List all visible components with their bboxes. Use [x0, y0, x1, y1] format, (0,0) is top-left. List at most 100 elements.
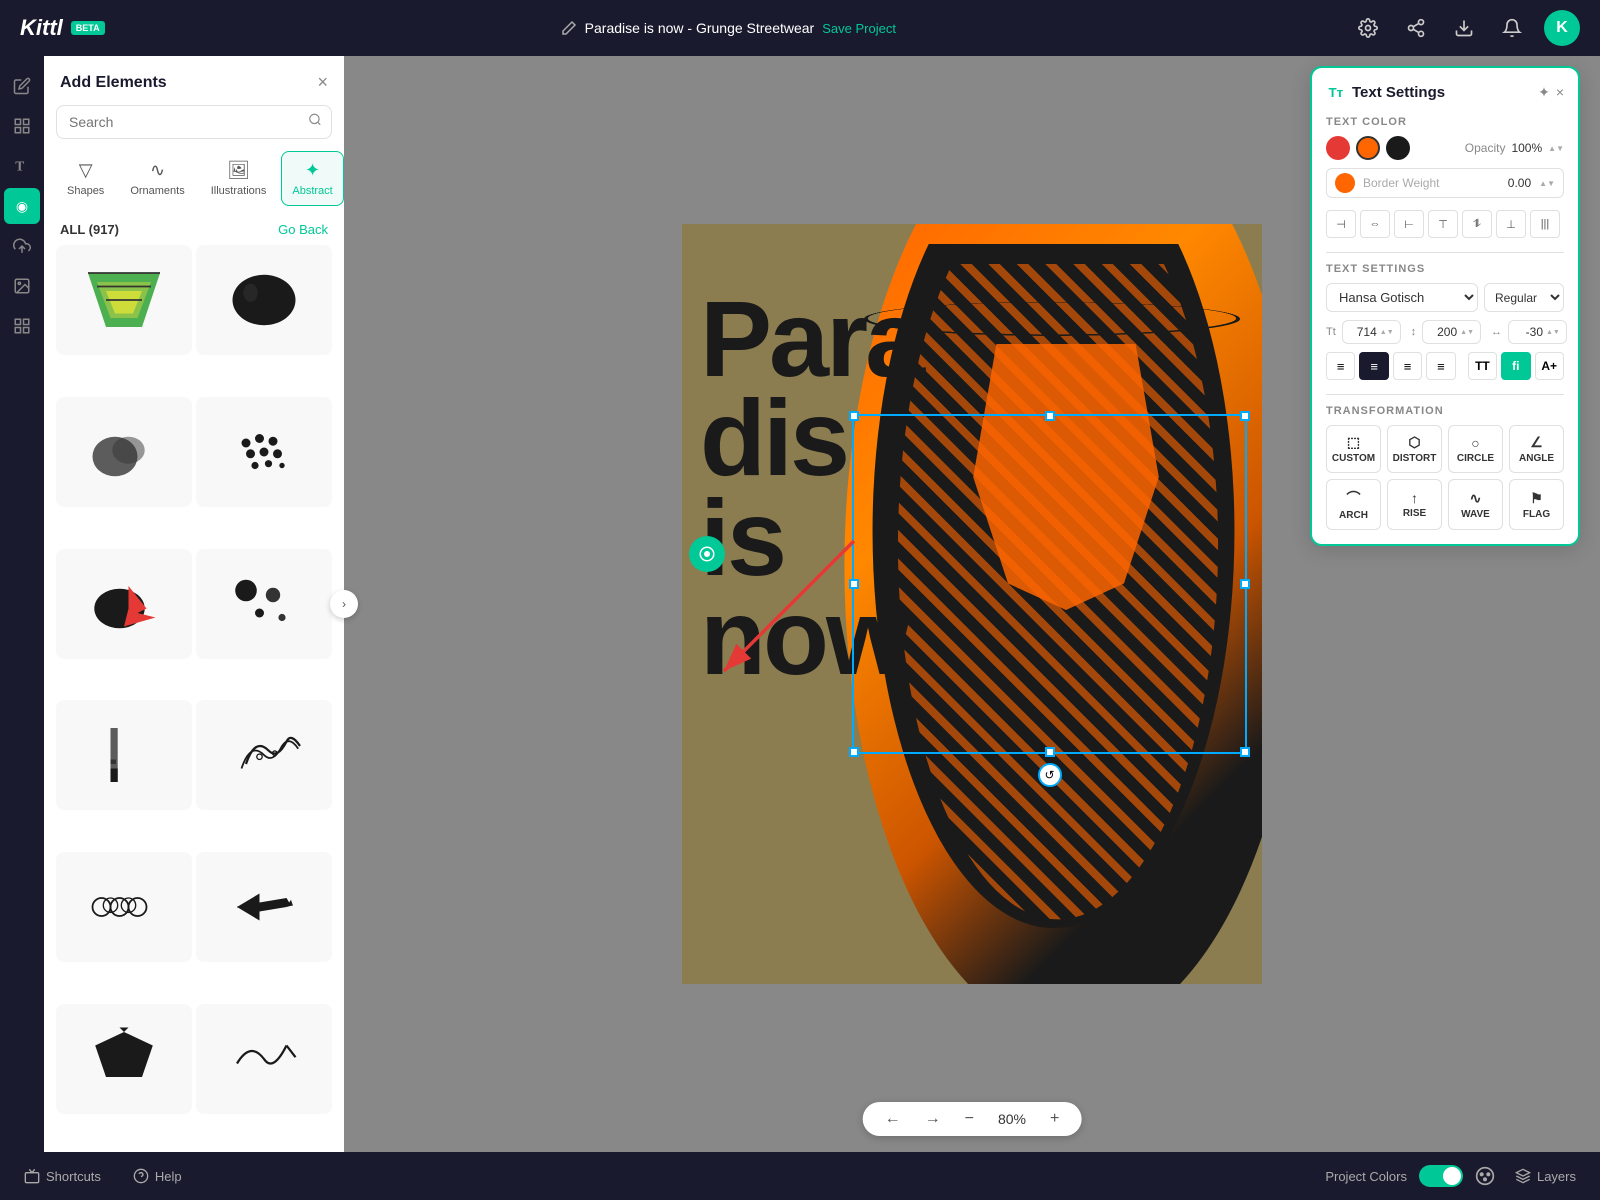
settings-title-area: Tт Text Settings: [1326, 82, 1445, 102]
align-right-edge-btn[interactable]: ⊢: [1394, 210, 1424, 238]
text-tool-icon[interactable]: T: [4, 148, 40, 184]
share-icon[interactable]: [1400, 12, 1432, 44]
ornaments-tab[interactable]: ∿ Ornaments: [119, 151, 195, 206]
illustrations-tab[interactable]: 🖼 Illustrations: [200, 151, 278, 206]
layers-button[interactable]: Layers: [1507, 1164, 1584, 1188]
redo-button[interactable]: →: [919, 1108, 947, 1130]
canvas-background: Paradisisnow ↺: [682, 224, 1262, 984]
transform-distort-btn[interactable]: ⬡ DISTORT: [1387, 425, 1442, 473]
logo-area: Kittl BETA: [20, 15, 105, 41]
element-item[interactable]: [196, 700, 332, 810]
element-item[interactable]: [196, 852, 332, 962]
project-info: Paradise is now - Grunge Streetwear Save…: [561, 20, 896, 36]
templates-icon[interactable]: [4, 108, 40, 144]
palette-icon: [1475, 1166, 1495, 1186]
color-swatch-black[interactable]: [1386, 136, 1410, 160]
main-area: T ◉ Add Elements ×: [0, 56, 1600, 1152]
elements-tool-icon[interactable]: ◉: [4, 188, 40, 224]
align-justify-btn[interactable]: ≡: [1426, 352, 1455, 380]
transform-rise-btn[interactable]: ↑ RISE: [1387, 479, 1442, 530]
shapes-tab[interactable]: ▽ Shapes: [56, 151, 115, 206]
go-back-button[interactable]: Go Back: [278, 222, 328, 237]
rise-label: RISE: [1403, 508, 1426, 519]
panel-title: Add Elements: [60, 74, 167, 92]
line-height-value: 200: [1429, 325, 1457, 339]
grid-icon[interactable]: [4, 308, 40, 344]
transform-arch-btn[interactable]: ⌒ ARCH: [1326, 479, 1381, 530]
elements-grid: [44, 245, 344, 1152]
save-project-button[interactable]: Save Project: [822, 21, 896, 36]
font-family-select[interactable]: Hansa Gotisch: [1326, 283, 1478, 312]
notification-icon[interactable]: [1496, 12, 1528, 44]
transform-circle-btn[interactable]: ○ CIRCLE: [1448, 425, 1503, 473]
align-center-h-btn[interactable]: ⇔: [1360, 210, 1390, 238]
letter-spacing-arrows[interactable]: ▲▼: [1546, 329, 1560, 336]
element-item[interactable]: [196, 1004, 332, 1114]
search-input[interactable]: [56, 105, 332, 139]
panel-action-icons: ✦ ×: [1538, 84, 1564, 101]
font-size-arrows[interactable]: ▲▼: [1380, 329, 1394, 336]
canvas-container[interactable]: Paradisisnow ↺: [682, 224, 1262, 984]
element-item[interactable]: [56, 1004, 192, 1114]
settings-close-icon[interactable]: ×: [1556, 84, 1564, 100]
element-item[interactable]: [56, 700, 192, 810]
bottom-bar: Shortcuts Help Project Colors Layers: [0, 1152, 1600, 1200]
user-avatar[interactable]: K: [1544, 10, 1580, 46]
align-center-btn[interactable]: ≡: [1359, 352, 1388, 380]
element-item[interactable]: [56, 852, 192, 962]
edit-tool-icon[interactable]: [4, 68, 40, 104]
settings-icon[interactable]: [1352, 12, 1384, 44]
opacity-arrows[interactable]: ▲▼: [1548, 144, 1564, 153]
align-center-v-btn[interactable]: ⥮: [1462, 210, 1492, 238]
color-swatch-red[interactable]: [1326, 136, 1350, 160]
settings-magic-icon[interactable]: ✦: [1538, 84, 1550, 101]
download-icon[interactable]: [1448, 12, 1480, 44]
abstract-tab[interactable]: ✦ Abstract: [281, 151, 343, 206]
color-swatch-orange[interactable]: [1356, 136, 1380, 160]
tt-case-btn[interactable]: TT: [1468, 352, 1497, 380]
transform-custom-btn[interactable]: ⬚ CUSTOM: [1326, 425, 1381, 473]
aa-style-btn[interactable]: A+: [1535, 352, 1564, 380]
help-label: Help: [155, 1169, 182, 1184]
fi-ligature-btn[interactable]: fi: [1501, 352, 1530, 380]
element-item[interactable]: [56, 397, 192, 507]
align-right-btn[interactable]: ≡: [1393, 352, 1422, 380]
border-weight-arrows[interactable]: ▲▼: [1539, 179, 1555, 188]
panel-header: Add Elements ×: [44, 56, 344, 105]
element-item[interactable]: [196, 397, 332, 507]
active-tool-indicator[interactable]: [689, 536, 725, 572]
align-left-edge-btn[interactable]: ⊣: [1326, 210, 1356, 238]
text-settings-panel: Tт Text Settings ✦ × TEXT COLOR Opacity …: [1310, 66, 1580, 546]
transform-flag-btn[interactable]: ⚑ FLAG: [1509, 479, 1564, 530]
zoom-in-button[interactable]: +: [1044, 1108, 1065, 1130]
transform-wave-btn[interactable]: ∿ WAVE: [1448, 479, 1503, 530]
transform-angle-btn[interactable]: ∠ ANGLE: [1509, 425, 1564, 473]
undo-button[interactable]: ←: [879, 1108, 907, 1130]
shortcuts-icon: [24, 1168, 40, 1184]
element-item[interactable]: [196, 245, 332, 355]
photo-icon[interactable]: [4, 268, 40, 304]
element-item[interactable]: [196, 549, 332, 659]
help-button[interactable]: Help: [125, 1164, 190, 1188]
align-top-edge-btn[interactable]: ⊤: [1428, 210, 1458, 238]
flag-label: FLAG: [1523, 509, 1550, 520]
element-item[interactable]: [56, 549, 192, 659]
panel-expand-button[interactable]: ›: [330, 590, 358, 618]
distribute-btn[interactable]: |||: [1530, 210, 1560, 238]
element-item[interactable]: [56, 245, 192, 355]
search-icon[interactable]: [308, 113, 322, 132]
panel-close-button[interactable]: ×: [317, 72, 328, 93]
font-style-select[interactable]: Regular: [1484, 283, 1564, 312]
border-color-swatch[interactable]: [1335, 173, 1355, 193]
align-left-btn[interactable]: ≡: [1326, 352, 1355, 380]
circle-label: CIRCLE: [1457, 453, 1494, 464]
shortcuts-button[interactable]: Shortcuts: [16, 1164, 109, 1188]
illustrations-label: Illustrations: [211, 185, 267, 197]
transform-grid: ⬚ CUSTOM ⬡ DISTORT ○ CIRCLE ∠ ANGLE ⌒ AR…: [1326, 425, 1564, 530]
project-colors-toggle[interactable]: [1419, 1165, 1463, 1187]
line-height-arrows[interactable]: ▲▼: [1460, 329, 1474, 336]
zoom-out-button[interactable]: −: [959, 1108, 980, 1130]
color-swatches-row: Opacity 100% ▲▼: [1326, 136, 1564, 160]
align-bottom-edge-btn[interactable]: ⊥: [1496, 210, 1526, 238]
upload-icon[interactable]: [4, 228, 40, 264]
